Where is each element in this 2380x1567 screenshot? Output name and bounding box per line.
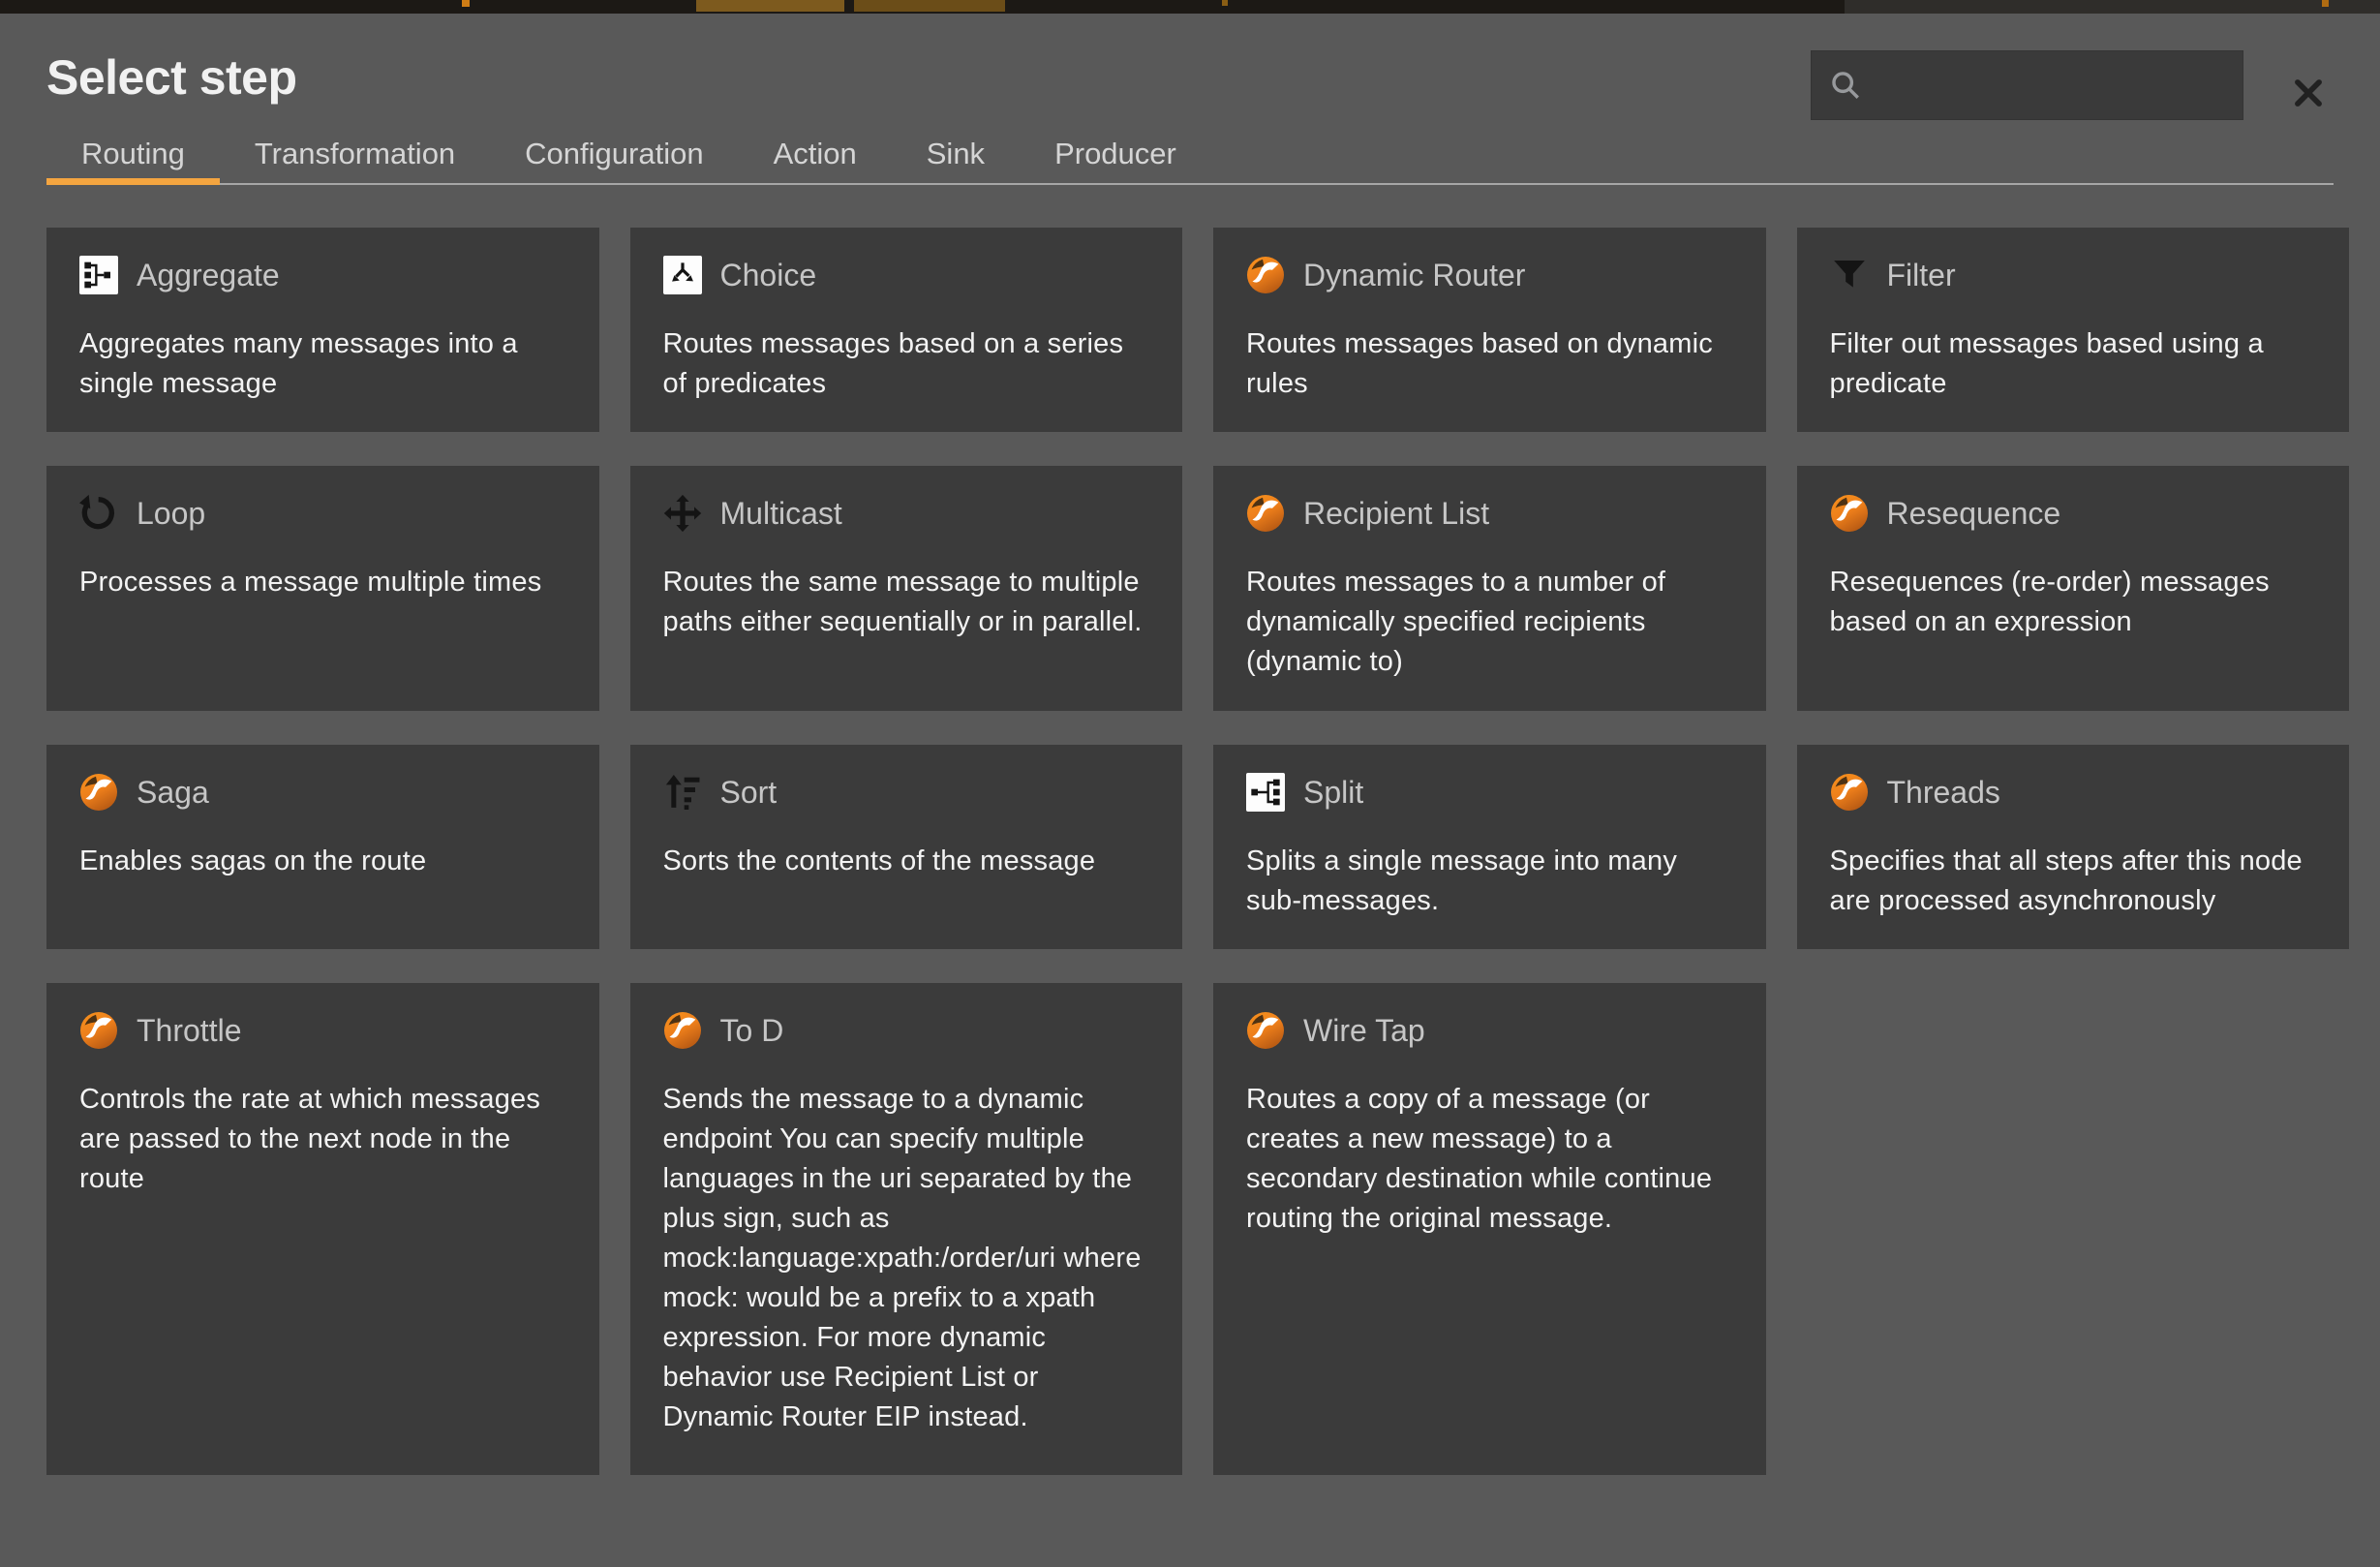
background-accent-tick xyxy=(1222,0,1228,6)
step-description: Aggregates many messages into a single m… xyxy=(79,324,563,404)
tab-bar: RoutingTransformationConfigurationAction… xyxy=(46,124,2334,185)
step-card-loop[interactable]: Loop Processes a message multiple times xyxy=(46,466,599,711)
step-card-header: To D xyxy=(663,1008,1146,1053)
step-card-header: Dynamic Router xyxy=(1246,253,1729,297)
background-accent-tick xyxy=(462,0,470,7)
step-card-header: Sort xyxy=(663,770,1146,814)
tab-configuration[interactable]: Configuration xyxy=(490,124,738,183)
step-description: Routes a copy of a message (or creates a… xyxy=(1246,1080,1729,1239)
step-title: Saga xyxy=(137,775,209,811)
step-card-header: Saga xyxy=(79,770,563,814)
step-card-split[interactable]: Split Splits a single message into many s… xyxy=(1213,745,1766,949)
step-title: Recipient List xyxy=(1303,496,1489,532)
step-title: Filter xyxy=(1887,258,1956,293)
background-tab-block xyxy=(854,0,1005,12)
step-card-saga[interactable]: Saga Enables sagas on the route xyxy=(46,745,599,949)
step-description: Controls the rate at which messages are … xyxy=(79,1080,563,1199)
background-panel-edge xyxy=(1845,0,2380,14)
step-description: Splits a single message into many sub-me… xyxy=(1246,842,1729,921)
background-app-strip xyxy=(0,0,2380,14)
select-step-modal: Select step RoutingTransformationConfigu… xyxy=(0,14,2380,1567)
step-card-threads[interactable]: Threads Specifies that all steps after th… xyxy=(1797,745,2350,949)
step-card-aggregate[interactable]: Aggregate Aggregates many messages into a… xyxy=(46,228,599,432)
step-description: Routes messages based on dynamic rules xyxy=(1246,324,1729,404)
step-title: To D xyxy=(720,1013,784,1049)
tab-action[interactable]: Action xyxy=(739,124,892,183)
step-description: Resequences (re-order) messages based on… xyxy=(1830,563,2313,642)
step-title: Aggregate xyxy=(137,258,280,293)
tab-sink[interactable]: Sink xyxy=(892,124,1020,183)
step-description: Sends the message to a dynamic endpoint … xyxy=(663,1080,1146,1437)
step-card-choice[interactable]: Choice Routes messages based on a series … xyxy=(630,228,1183,432)
split-icon xyxy=(1246,773,1285,812)
modal-header: Select step xyxy=(0,14,2380,120)
step-card-header: Throttle xyxy=(79,1008,563,1053)
step-card-dynamic-router[interactable]: Dynamic Router Routes messages based on d… xyxy=(1213,228,1766,432)
step-description: Routes messages based on a series of pre… xyxy=(663,324,1146,404)
step-card-sort[interactable]: Sort Sorts the contents of the message xyxy=(630,745,1183,949)
step-description: Filter out messages based using a predic… xyxy=(1830,324,2313,404)
background-accent-tick xyxy=(2322,0,2329,7)
step-card-wire-tap[interactable]: Wire Tap Routes a copy of a message (or c… xyxy=(1213,983,1766,1475)
step-description: Processes a message multiple times xyxy=(79,563,563,602)
step-card-recipient-list[interactable]: Recipient List Routes messages to a numbe… xyxy=(1213,466,1766,711)
step-card-header: Aggregate xyxy=(79,253,563,297)
step-title: Split xyxy=(1303,775,1363,811)
close-button[interactable] xyxy=(2279,64,2337,122)
step-card-throttle[interactable]: Throttle Controls the rate at which messa… xyxy=(46,983,599,1475)
step-title: Wire Tap xyxy=(1303,1013,1425,1049)
step-card-header: Loop xyxy=(79,491,563,536)
step-description: Enables sagas on the route xyxy=(79,842,563,881)
step-card-to-d[interactable]: To D Sends the message to a dynamic endpo… xyxy=(630,983,1183,1475)
aggregate-icon xyxy=(79,256,118,294)
step-description: Specifies that all steps after this node… xyxy=(1830,842,2313,921)
step-title: Resequence xyxy=(1887,496,2061,532)
step-card-header: Wire Tap xyxy=(1246,1008,1729,1053)
step-card-header: Recipient List xyxy=(1246,491,1729,536)
sort-amount-icon xyxy=(663,773,702,812)
camel-logo-icon xyxy=(79,1011,118,1050)
steps-grid: Aggregate Aggregates many messages into a… xyxy=(46,228,2349,1475)
close-icon xyxy=(2290,75,2327,111)
choice-icon xyxy=(663,256,702,294)
step-description: Routes the same message to multiple path… xyxy=(663,563,1146,642)
tab-transformation[interactable]: Transformation xyxy=(220,124,490,183)
step-card-header: Threads xyxy=(1830,770,2313,814)
loop-arrow-icon xyxy=(79,494,118,533)
step-title: Multicast xyxy=(720,496,842,532)
filter-funnel-icon xyxy=(1830,256,1869,294)
camel-logo-icon xyxy=(1246,1011,1285,1050)
step-card-header: Resequence xyxy=(1830,491,2313,536)
step-title: Choice xyxy=(720,258,817,293)
tab-producer[interactable]: Producer xyxy=(1020,124,1211,183)
step-title: Throttle xyxy=(137,1013,241,1049)
camel-logo-icon xyxy=(1830,494,1869,533)
search-box[interactable] xyxy=(1811,50,2243,120)
camel-logo-icon xyxy=(663,1011,702,1050)
step-title: Sort xyxy=(720,775,778,811)
camel-logo-icon xyxy=(1830,773,1869,812)
camel-logo-icon xyxy=(79,773,118,812)
camel-logo-icon xyxy=(1246,494,1285,533)
step-title: Dynamic Router xyxy=(1303,258,1525,293)
search-input[interactable] xyxy=(1862,51,2267,119)
step-card-header: Multicast xyxy=(663,491,1146,536)
step-title: Threads xyxy=(1887,775,2000,811)
step-description: Sorts the contents of the message xyxy=(663,842,1146,881)
step-card-header: Filter xyxy=(1830,253,2313,297)
step-title: Loop xyxy=(137,496,205,532)
multicast-arrows-icon xyxy=(663,494,702,533)
step-description: Routes messages to a number of dynamical… xyxy=(1246,563,1729,682)
step-card-multicast[interactable]: Multicast Routes the same message to mult… xyxy=(630,466,1183,711)
step-card-resequence[interactable]: Resequence Resequences (re-order) message… xyxy=(1797,466,2350,711)
step-card-header: Split xyxy=(1246,770,1729,814)
background-tab-block xyxy=(696,0,844,12)
tab-routing[interactable]: Routing xyxy=(46,124,220,183)
step-card-header: Choice xyxy=(663,253,1146,297)
camel-logo-icon xyxy=(1246,256,1285,294)
step-card-filter[interactable]: Filter Filter out messages based using a … xyxy=(1797,228,2350,432)
search-icon xyxy=(1829,69,1862,102)
